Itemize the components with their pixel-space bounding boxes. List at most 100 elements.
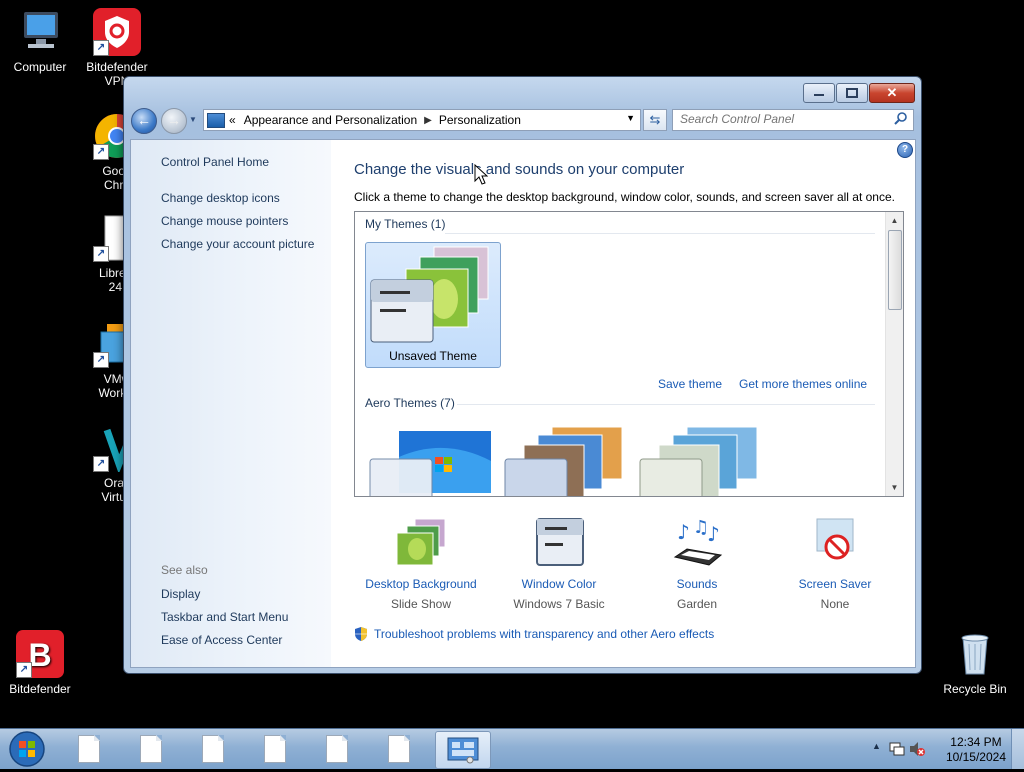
minimize-button[interactable] — [803, 83, 835, 103]
left-task-pane: Control Panel Home Change desktop icons … — [131, 140, 331, 667]
breadcrumb-separator-icon[interactable]: ▶ — [424, 115, 432, 126]
taskbar-item-control-panel[interactable] — [435, 731, 491, 769]
window-color-link[interactable]: Window Color — [494, 577, 624, 591]
taskbar-item-document[interactable] — [372, 731, 426, 767]
change-mouse-pointers-link[interactable]: Change mouse pointers — [161, 214, 288, 228]
desktop-background-item[interactable]: Desktop Background Slide Show — [356, 517, 486, 611]
my-themes-heading: My Themes (1) — [365, 217, 446, 231]
system-tray: ▲ 12:34 PM 10/15/2024 — [864, 729, 1024, 769]
close-button[interactable]: ✕ — [869, 83, 915, 103]
taskbar-item-document[interactable] — [248, 731, 302, 767]
taskbar-item-document[interactable] — [62, 731, 116, 767]
breadcrumb-appearance[interactable]: Appearance and Personalization — [244, 113, 417, 127]
svg-text:♪: ♪ — [677, 520, 690, 544]
control-panel-icon — [207, 112, 225, 128]
window-color-icon — [533, 517, 585, 569]
theme-preview-icon — [504, 426, 623, 496]
maximize-button[interactable] — [836, 83, 868, 103]
taskbar-item-document[interactable] — [124, 731, 178, 767]
desktop-background-value: Slide Show — [390, 597, 452, 611]
help-button[interactable]: ? — [897, 142, 913, 158]
change-desktop-icons-link[interactable]: Change desktop icons — [161, 191, 280, 205]
desktop-icon-recycle-bin[interactable]: Recycle Bin — [935, 630, 1015, 696]
windows-start-orb-icon — [9, 731, 45, 767]
back-arrow-icon: ← — [137, 112, 151, 128]
desktop-icon-label: Bitdefender — [9, 682, 71, 696]
address-dropdown-icon[interactable]: ▼ — [626, 113, 635, 123]
screen-saver-item[interactable]: Screen Saver None — [770, 517, 900, 611]
sounds-value: Garden — [676, 597, 718, 611]
shortcut-arrow-icon: ↗ — [93, 144, 109, 160]
action-center-icon[interactable] — [888, 741, 906, 757]
taskbar-start-menu-link[interactable]: Taskbar and Start Menu — [161, 610, 288, 624]
theme-list[interactable]: My Themes (1) Unsaved Theme Save theme G… — [354, 211, 904, 497]
clock[interactable]: 12:34 PM 10/15/2024 — [946, 735, 1006, 765]
group-divider — [457, 404, 875, 405]
search-input[interactable] — [673, 110, 885, 128]
shortcut-arrow-icon: ↗ — [93, 456, 109, 472]
clock-time: 12:34 PM — [950, 735, 1002, 749]
screen-saver-link[interactable]: Screen Saver — [770, 577, 900, 591]
address-overflow-chevron[interactable]: « — [229, 113, 236, 127]
theme-tile-windows-7[interactable] — [365, 417, 499, 496]
desktop-icon-computer[interactable]: Computer — [0, 8, 80, 74]
page-title: Change the visuals and sounds on your co… — [354, 161, 685, 178]
desktop-icon-label: Bitdefender — [86, 60, 148, 74]
search-box[interactable] — [672, 109, 914, 131]
recent-pages-dropdown[interactable]: ▼ — [189, 115, 197, 124]
control-panel-home-link[interactable]: Control Panel Home — [161, 155, 269, 169]
document-icon — [202, 735, 224, 763]
theme-tile-architecture[interactable] — [500, 417, 634, 496]
caption-buttons: ✕ — [802, 83, 915, 103]
desktop-background-link[interactable]: Desktop Background — [356, 577, 486, 591]
address-bar[interactable]: « Appearance and Personalization ▶ Perso… — [203, 109, 641, 131]
clock-date: 10/15/2024 — [945, 750, 1006, 764]
page-subtitle: Click a theme to change the desktop back… — [354, 190, 895, 204]
desktop-icon-bitdefender[interactable]: B ↗ Bitdefender — [0, 630, 80, 696]
scroll-up-icon[interactable]: ▲ — [886, 212, 903, 229]
shortcut-arrow-icon: ↗ — [93, 352, 109, 368]
screen-saver-value: None — [820, 597, 850, 611]
document-icon — [388, 735, 410, 763]
theme-preview-icon — [639, 426, 758, 496]
theme-components: Desktop Background Slide Show Window Col… — [354, 517, 902, 612]
sounds-link[interactable]: Sounds — [632, 577, 762, 591]
refresh-button[interactable]: ⇆ — [643, 109, 667, 131]
theme-list-scrollbar[interactable]: ▲ ▼ — [885, 212, 903, 496]
theme-preview-icon — [370, 246, 489, 343]
breadcrumb-personalization[interactable]: Personalization — [439, 113, 521, 127]
start-button[interactable] — [5, 729, 49, 769]
taskbar-item-document[interactable] — [310, 731, 364, 767]
sounds-item[interactable]: ♪ ♫ ♪ Sounds Garden — [632, 517, 762, 611]
search-icon[interactable] — [894, 112, 908, 126]
window-color-item[interactable]: Window Color Windows 7 Basic — [494, 517, 624, 611]
minimize-icon — [814, 94, 824, 96]
sounds-icon: ♪ ♫ ♪ — [671, 517, 723, 569]
recycle-bin-icon — [951, 630, 999, 678]
theme-tile-unsaved[interactable]: Unsaved Theme — [365, 242, 501, 368]
scroll-down-icon[interactable]: ▼ — [886, 479, 903, 496]
display-link[interactable]: Display — [161, 587, 200, 601]
maximize-icon — [846, 88, 858, 98]
desktop-icon-label: Recycle Bin — [943, 682, 1007, 696]
window-color-value: Windows 7 Basic — [513, 597, 605, 611]
close-icon: ✕ — [886, 85, 898, 100]
main-pane: ? Change the visuals and sounds on your … — [331, 140, 915, 667]
get-more-themes-link[interactable]: Get more themes online — [739, 377, 867, 391]
shortcut-arrow-icon: ↗ — [93, 40, 109, 56]
svg-text:♪: ♪ — [707, 522, 720, 546]
volume-muted-icon[interactable] — [908, 741, 926, 757]
ease-of-access-link[interactable]: Ease of Access Center — [161, 633, 282, 647]
taskbar-item-document[interactable] — [186, 731, 240, 767]
show-desktop-button[interactable] — [1011, 729, 1024, 769]
save-theme-link[interactable]: Save theme — [658, 377, 722, 391]
troubleshoot-aero-label: Troubleshoot problems with transparency … — [374, 627, 715, 641]
show-hidden-icons-button[interactable]: ▲ — [872, 741, 881, 751]
scroll-thumb[interactable] — [888, 230, 902, 310]
change-account-picture-link[interactable]: Change your account picture — [161, 237, 314, 251]
troubleshoot-aero-link[interactable]: Troubleshoot problems with transparency … — [354, 626, 714, 642]
forward-button[interactable]: → — [161, 108, 187, 134]
theme-tile-characters[interactable] — [635, 417, 769, 496]
back-button[interactable]: ← — [131, 108, 157, 134]
see-also-heading: See also — [161, 563, 208, 577]
